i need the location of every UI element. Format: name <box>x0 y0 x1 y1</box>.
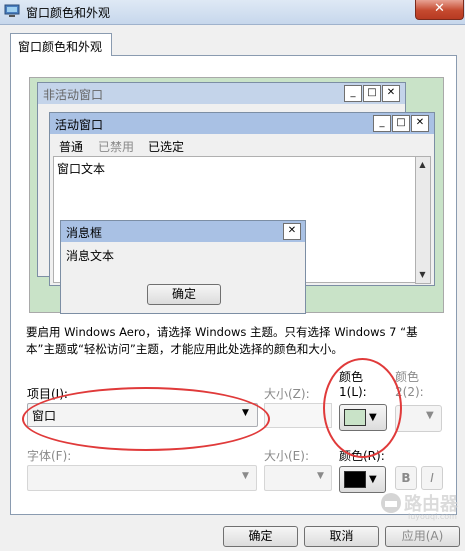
maximize-icon: □ <box>363 85 381 102</box>
chevron-down-icon: ▼ <box>369 474 377 485</box>
ok-button[interactable]: 确定 <box>223 526 298 547</box>
title-bar: 窗口颜色和外观 ✕ <box>0 0 465 25</box>
message-box: 消息框 ✕ 消息文本 确定 <box>60 220 306 314</box>
tab-window-color[interactable]: 窗口颜色和外观 <box>10 33 112 56</box>
font-color-picker[interactable]: ▼ <box>339 466 386 493</box>
watermark: 路由器 luyouqi.com <box>380 488 460 522</box>
menu-bar: 普通 已禁用 已选定 <box>50 135 434 155</box>
close-icon: ✕ <box>283 223 301 240</box>
message-box-caption: 消息框 ✕ <box>61 221 305 242</box>
scrollbar: ▲ ▼ <box>415 156 431 284</box>
inactive-caption: 非活动窗口 _ □ ✕ <box>38 83 405 104</box>
window-text: 窗口文本 <box>57 162 106 176</box>
bold-button[interactable]: B <box>395 466 417 490</box>
font-dropdown[interactable]: ▼ <box>27 465 257 491</box>
size-spinner[interactable] <box>264 403 332 428</box>
close-icon: ✕ <box>382 85 400 102</box>
chevron-down-icon: ▼ <box>426 410 434 421</box>
router-logo-icon <box>381 493 401 513</box>
annotation-circle-color <box>323 358 402 458</box>
menu-selected: 已选定 <box>148 140 185 154</box>
close-button[interactable]: ✕ <box>415 0 464 20</box>
size-label: 大小(Z): <box>264 387 310 401</box>
color2-picker[interactable]: ▼ <box>395 405 442 432</box>
active-caption: 活动窗口 _ □ ✕ <box>50 113 434 134</box>
chevron-down-icon: ▼ <box>242 471 249 481</box>
annotation-circle-item <box>22 387 270 451</box>
font-color-swatch <box>344 471 366 488</box>
display-icon <box>4 4 20 17</box>
close-icon: ✕ <box>411 115 429 132</box>
watermark-url: luyouqi.com <box>408 512 457 521</box>
active-window-title: 活动窗口 <box>55 118 104 132</box>
color2-label-top: 颜色 <box>395 370 420 384</box>
scroll-down-icon: ▼ <box>419 270 426 279</box>
minimize-icon: _ <box>373 115 391 132</box>
maximize-icon: □ <box>392 115 410 132</box>
window-title: 窗口颜色和外观 <box>26 6 111 20</box>
inactive-window-title: 非活动窗口 <box>43 88 104 102</box>
font-size-dropdown[interactable]: ▼ <box>264 465 332 491</box>
appearance-preview: 非活动窗口 _ □ ✕ 活动窗口 _ □ ✕ 普通 已禁用 已选定 窗口文本 ▲… <box>29 77 444 314</box>
aero-notice: 要启用 Windows Aero，请选择 Windows 主题。只有选择 Win… <box>26 325 418 356</box>
tab-label: 窗口颜色和外观 <box>18 40 103 54</box>
menu-normal: 普通 <box>59 140 84 154</box>
menu-disabled: 已禁用 <box>98 140 135 154</box>
message-box-title: 消息框 <box>66 226 103 240</box>
chevron-down-icon: ▼ <box>317 471 324 481</box>
message-ok-button: 确定 <box>147 284 221 305</box>
minimize-icon: _ <box>344 85 362 102</box>
message-text: 消息文本 <box>66 249 115 263</box>
font-label: 字体(F): <box>27 449 72 463</box>
apply-button[interactable]: 应用(A) <box>385 526 460 547</box>
cancel-button[interactable]: 取消 <box>304 526 379 547</box>
italic-button[interactable]: I <box>421 466 443 490</box>
font-size-label: 大小(E): <box>264 449 309 463</box>
scroll-up-icon: ▲ <box>419 160 426 169</box>
